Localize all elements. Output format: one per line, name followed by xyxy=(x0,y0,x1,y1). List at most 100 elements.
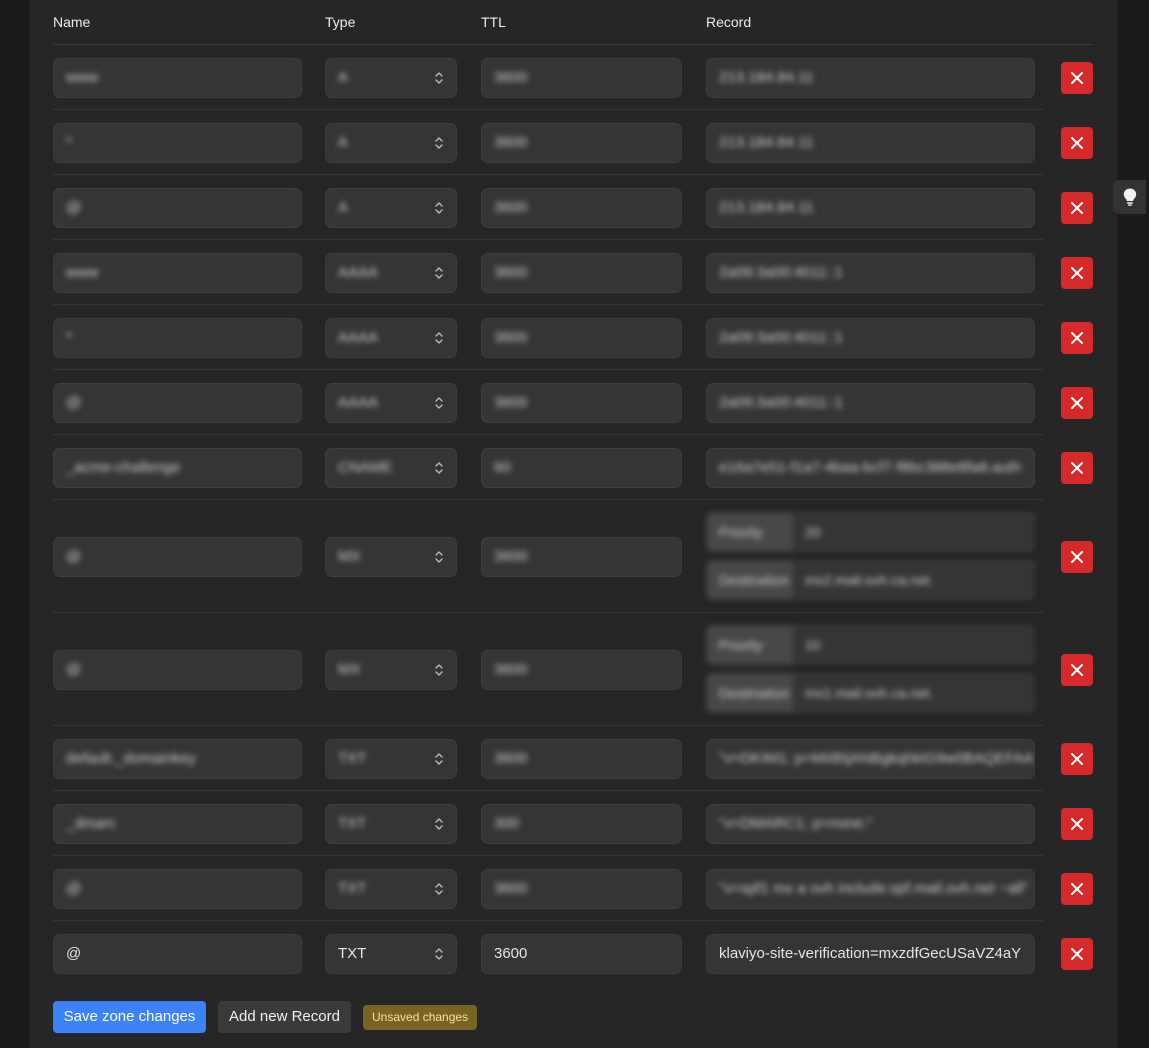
mx-priority-input[interactable]: Priority 10 xyxy=(706,625,1035,665)
record-value-input[interactable]: 2a09:3a00:4011::1 xyxy=(706,253,1035,293)
record-ttl-input[interactable]: 300 xyxy=(481,804,682,844)
mx-destination-label: Destination xyxy=(707,561,793,599)
record-name-value: * xyxy=(66,329,72,346)
record-value-input[interactable]: klaviyo-site-verification=mxzdfGecUSaVZ4… xyxy=(706,934,1035,974)
record-row: * A 3600 213.184.84.11 xyxy=(53,110,1093,175)
record-name-input[interactable]: www xyxy=(53,58,302,98)
record-row: @ AAAA 3600 2a09:3a00:4011::1 xyxy=(53,370,1093,435)
record-value-input[interactable]: "v=DMARC1; p=none;" xyxy=(706,804,1035,844)
delete-record-button[interactable] xyxy=(1061,322,1093,354)
record-type-select[interactable]: TXT xyxy=(325,869,457,909)
record-name-value: www xyxy=(66,264,99,281)
record-ttl-input[interactable]: 3600 xyxy=(481,188,682,228)
record-type-value: TXT xyxy=(338,750,367,767)
record-ttl-input[interactable]: 3600 xyxy=(481,650,682,690)
record-type-value: AAAA xyxy=(338,264,379,281)
record-name-input[interactable]: @ xyxy=(53,383,302,423)
delete-record-button[interactable] xyxy=(1061,452,1093,484)
record-ttl-value: 60 xyxy=(494,459,511,476)
delete-record-button[interactable] xyxy=(1061,541,1093,573)
record-ttl-input[interactable]: 3600 xyxy=(481,318,682,358)
record-ttl-input[interactable]: 3600 xyxy=(481,739,682,779)
chevron-updown-icon xyxy=(435,551,443,563)
record-name-input[interactable]: @ xyxy=(53,537,302,577)
record-name-input[interactable]: @ xyxy=(53,869,302,909)
record-type-select[interactable]: MX xyxy=(325,537,457,577)
table-header: Name Type TTL Record xyxy=(53,0,1093,45)
record-ttl-input[interactable]: 3600 xyxy=(481,934,682,974)
record-name-input[interactable]: @ xyxy=(53,934,302,974)
mx-priority-label: Priority xyxy=(707,626,793,664)
delete-record-button[interactable] xyxy=(1061,654,1093,686)
delete-record-button[interactable] xyxy=(1061,62,1093,94)
record-ttl-value: 300 xyxy=(494,815,520,832)
delete-record-button[interactable] xyxy=(1061,743,1093,775)
record-value-input[interactable]: 213.184.84.11 xyxy=(706,123,1035,163)
record-value-text: 2a09:3a00:4011::1 xyxy=(719,329,844,346)
delete-record-button[interactable] xyxy=(1061,192,1093,224)
delete-record-button[interactable] xyxy=(1061,808,1093,840)
delete-record-button[interactable] xyxy=(1061,387,1093,419)
record-ttl-input[interactable]: 3600 xyxy=(481,58,682,98)
record-ttl-input[interactable]: 3600 xyxy=(481,537,682,577)
record-name-value: _acme-challenge xyxy=(66,459,181,476)
record-type-select[interactable]: A xyxy=(325,188,457,228)
record-value-input[interactable]: 2a09:3a00:4011::1 xyxy=(706,318,1035,358)
record-name-value: default._domainkey xyxy=(66,750,197,767)
delete-record-button[interactable] xyxy=(1061,257,1093,289)
record-type-select[interactable]: AAAA xyxy=(325,383,457,423)
record-name-value: @ xyxy=(66,548,82,565)
chevron-updown-icon xyxy=(435,267,443,279)
chevron-updown-icon xyxy=(435,948,443,960)
record-type-select[interactable]: CNAME xyxy=(325,448,457,488)
record-value-input[interactable]: "v=DKIM1; p=MIIBIjANBgkqhkiG9w0BAQEFAA xyxy=(706,739,1035,779)
record-ttl-input[interactable]: 3600 xyxy=(481,383,682,423)
record-type-select[interactable]: A xyxy=(325,58,457,98)
mx-destination-value: mx1.mail.ovh.ca.net. xyxy=(805,685,934,701)
record-name-input[interactable]: @ xyxy=(53,650,302,690)
record-row: www AAAA 3600 2a09:3a00:4011::1 xyxy=(53,240,1093,305)
mx-destination-input[interactable]: Destination mx1.mail.ovh.ca.net. xyxy=(706,673,1035,713)
record-name-input[interactable]: default._domainkey xyxy=(53,739,302,779)
record-name-input[interactable]: @ xyxy=(53,188,302,228)
record-row: * AAAA 3600 2a09:3a00:4011::1 xyxy=(53,305,1093,370)
close-icon xyxy=(1071,202,1083,214)
record-name-input[interactable]: * xyxy=(53,318,302,358)
record-ttl-input[interactable]: 3600 xyxy=(481,869,682,909)
delete-record-button[interactable] xyxy=(1061,127,1093,159)
record-type-select[interactable]: AAAA xyxy=(325,318,457,358)
record-value-input[interactable]: 213.184.84.11 xyxy=(706,188,1035,228)
record-type-select[interactable]: A xyxy=(325,123,457,163)
mx-destination-input[interactable]: Destination mx2.mail.ovh.ca.net. xyxy=(706,560,1035,600)
record-name-input[interactable]: _dmarc xyxy=(53,804,302,844)
delete-record-button[interactable] xyxy=(1061,873,1093,905)
mx-priority-input[interactable]: Priority 20 xyxy=(706,512,1035,552)
close-icon xyxy=(1071,883,1083,895)
record-type-value: TXT xyxy=(338,880,367,897)
record-value-input[interactable]: e16a7e51-f1a7-4baa-bcf7-f8bc388e8fa8.aut… xyxy=(706,448,1035,488)
record-type-select[interactable]: MX xyxy=(325,650,457,690)
record-type-select[interactable]: AAAA xyxy=(325,253,457,293)
record-type-select[interactable]: TXT xyxy=(325,804,457,844)
hint-button[interactable] xyxy=(1113,180,1146,214)
record-value-input[interactable]: "v=spf1 mx a ovh include:spf.mail.ovh.ne… xyxy=(706,869,1035,909)
record-type-select[interactable]: TXT xyxy=(325,739,457,779)
close-icon xyxy=(1071,551,1083,563)
record-type-select[interactable]: TXT xyxy=(325,934,457,974)
record-ttl-input[interactable]: 60 xyxy=(481,448,682,488)
record-name-input[interactable]: * xyxy=(53,123,302,163)
record-value-input[interactable]: 213.184.84.11 xyxy=(706,58,1035,98)
record-name-value: www xyxy=(66,69,99,86)
add-record-button[interactable]: Add new Record xyxy=(218,1001,351,1033)
record-ttl-value: 3600 xyxy=(494,329,528,346)
record-ttl-input[interactable]: 3600 xyxy=(481,123,682,163)
record-value-text: 213.184.84.11 xyxy=(719,134,814,151)
save-zone-button[interactable]: Save zone changes xyxy=(53,1001,206,1033)
row-divider-gap xyxy=(1043,986,1093,987)
record-value-input[interactable]: 2a09:3a00:4011::1 xyxy=(706,383,1035,423)
record-type-value: TXT xyxy=(338,815,367,832)
record-name-input[interactable]: _acme-challenge xyxy=(53,448,302,488)
delete-record-button[interactable] xyxy=(1061,938,1093,970)
record-name-input[interactable]: www xyxy=(53,253,302,293)
record-ttl-input[interactable]: 3600 xyxy=(481,253,682,293)
